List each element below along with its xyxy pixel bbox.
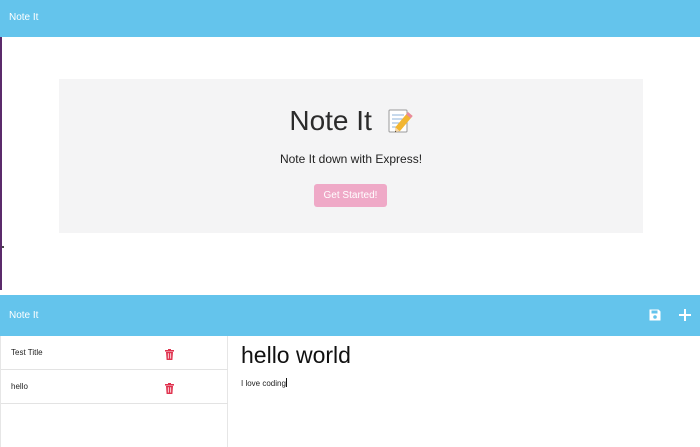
text-caret <box>285 378 287 387</box>
note-title: Test Title <box>11 348 43 357</box>
note-text-area[interactable]: I love coding <box>241 378 287 388</box>
note-text: I love coding <box>241 379 286 388</box>
trash-icon[interactable] <box>165 347 174 360</box>
app-navbar: Note It <box>0 295 700 336</box>
list-item[interactable]: Test Title <box>1 336 228 370</box>
navbar-brand[interactable]: Note It <box>9 12 38 23</box>
get-started-button[interactable]: Get Started! <box>314 184 387 207</box>
note-title-input[interactable]: hello world <box>241 342 351 369</box>
hero-panel: Note It Note It down with Express! Get S… <box>59 79 643 233</box>
memo-pencil-icon <box>386 108 413 135</box>
hero-title-text: Note It <box>289 105 372 136</box>
navbar-brand[interactable]: Note It <box>9 310 38 321</box>
notes-list: Test Title hello <box>0 336 228 447</box>
list-item[interactable]: hello <box>1 370 228 404</box>
hero-subtitle: Note It down with Express! <box>279 152 423 166</box>
landing-navbar: Note It <box>0 0 700 37</box>
hero-title: Note It <box>59 105 643 137</box>
plus-icon[interactable] <box>678 308 692 322</box>
landing-screen: Note It Note It Note It down with Expres… <box>0 0 700 290</box>
save-icon[interactable] <box>648 308 662 322</box>
note-editor: hello world I love coding <box>229 336 700 447</box>
trash-icon[interactable] <box>165 381 174 394</box>
note-title: hello <box>11 382 28 391</box>
stray-pixel <box>2 246 4 248</box>
